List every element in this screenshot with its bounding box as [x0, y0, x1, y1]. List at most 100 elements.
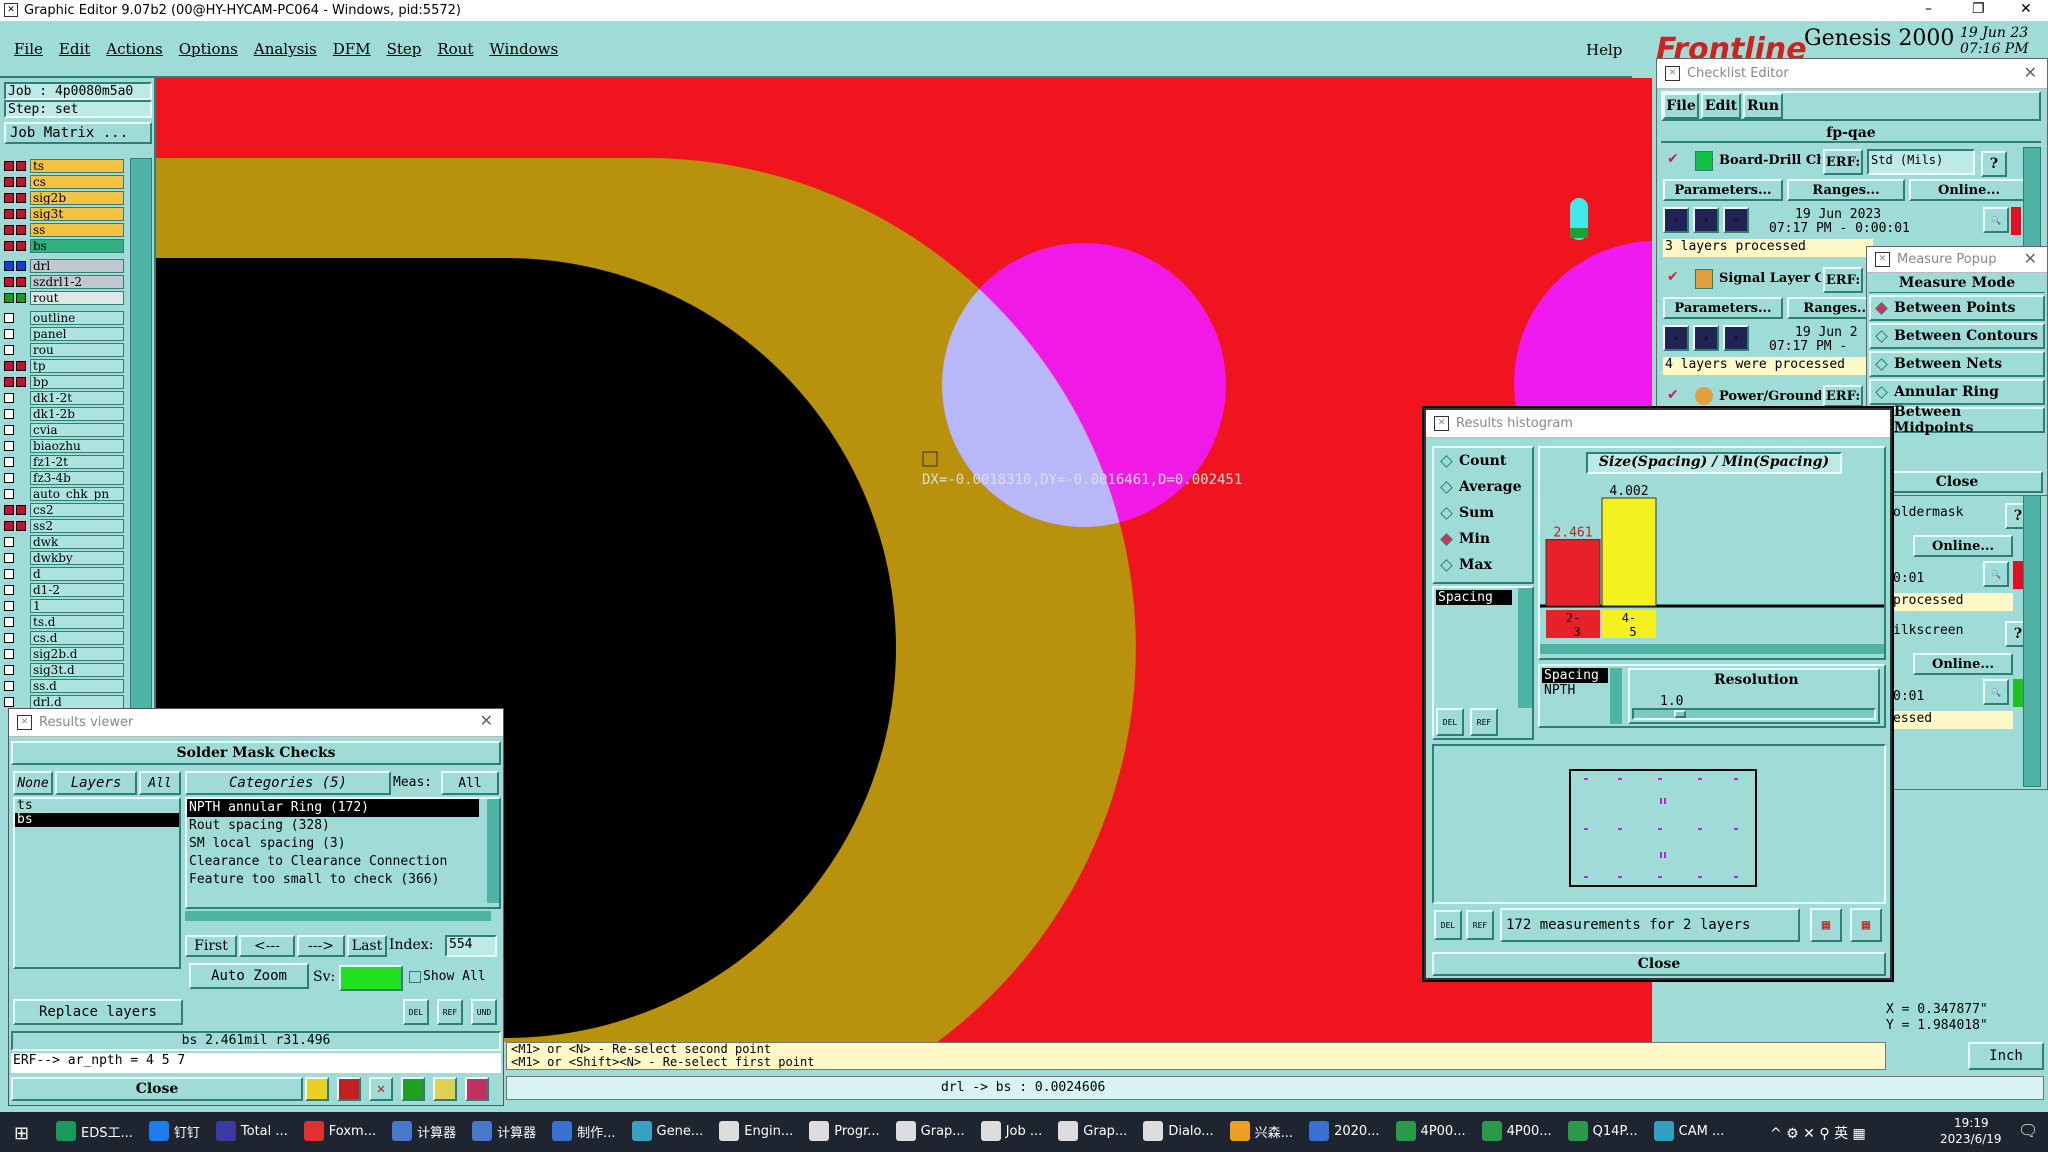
- layer-row[interactable]: ss: [4, 222, 124, 237]
- replace-layers-button[interactable]: Replace layers: [13, 999, 183, 1025]
- taskbar-app[interactable]: Gene...: [631, 1121, 703, 1141]
- tray-icons[interactable]: ^ ⚙ ✕ ⚲ 英 ▦: [1770, 1123, 1866, 1143]
- layer-checkbox[interactable]: [4, 456, 14, 467]
- resolution-slider[interactable]: [1632, 708, 1876, 720]
- result-layer-item[interactable]: ts: [15, 799, 179, 813]
- taskbar-app[interactable]: Grap...: [895, 1121, 965, 1141]
- measure-mode-between-contours[interactable]: Between Contours: [1869, 323, 2045, 349]
- layer-checkbox[interactable]: [4, 472, 14, 483]
- layer-row[interactable]: dk1-2b: [4, 406, 124, 421]
- parameters-button[interactable]: Parameters...: [1663, 297, 1783, 319]
- show-all-checkbox[interactable]: [409, 971, 421, 983]
- job-matrix-button[interactable]: Job Matrix ...: [4, 122, 152, 144]
- layer-row[interactable]: auto_chk_pn: [4, 486, 124, 501]
- taskbar-app[interactable]: Grap...: [1058, 1121, 1127, 1141]
- online-button[interactable]: Online...: [1913, 535, 2013, 557]
- check-name[interactable]: Board-Drill Che: [1719, 153, 1821, 168]
- layer-checkbox[interactable]: [4, 488, 14, 499]
- ref-icon[interactable]: REF: [437, 999, 463, 1025]
- check-help-button[interactable]: ?: [1981, 151, 2007, 177]
- auto-zoom-button[interactable]: Auto Zoom: [189, 963, 309, 989]
- category-hscrollbar[interactable]: [185, 911, 491, 921]
- layer-row[interactable]: sig3t.d: [4, 662, 124, 677]
- categories-button[interactable]: Categories (5): [185, 771, 391, 795]
- units-select[interactable]: Inch: [1968, 1042, 2044, 1070]
- zoom-icon[interactable]: 🔍: [1983, 679, 2009, 705]
- measure-mode-annular-ring[interactable]: Annular Ring: [1869, 379, 2045, 405]
- layer-checkbox[interactable]: [4, 552, 14, 563]
- run-icon-2[interactable]: ⚡: [1693, 207, 1719, 233]
- layer-row[interactable]: ss.d: [4, 678, 124, 693]
- result-category-item[interactable]: NPTH annular Ring (172): [187, 799, 479, 817]
- layer-row[interactable]: dwkby: [4, 550, 124, 565]
- layer-row[interactable]: ss2: [4, 518, 124, 533]
- layer-checkbox[interactable]: [4, 260, 14, 271]
- layer-row[interactable]: bp: [4, 374, 124, 389]
- run-icon[interactable]: ⚡: [1663, 207, 1689, 233]
- measure-close-button[interactable]: Close: [1871, 471, 2043, 493]
- taskbar-app[interactable]: 兴森...: [1229, 1121, 1293, 1141]
- layer-row[interactable]: cvia: [4, 422, 124, 437]
- ref-button-2[interactable]: REF: [1466, 910, 1494, 940]
- layer-row[interactable]: biaozhu: [4, 438, 124, 453]
- close-window-button[interactable]: ✕: [2020, 1, 2032, 17]
- menu-step[interactable]: Step: [387, 40, 422, 58]
- list-selected-item[interactable]: Spacing: [1436, 590, 1512, 605]
- taskbar-app[interactable]: Engin...: [719, 1121, 793, 1141]
- chart-icon-1[interactable]: ▦: [1810, 908, 1842, 942]
- chart-tool-icon[interactable]: [465, 1077, 489, 1101]
- next-button[interactable]: --->: [297, 935, 345, 957]
- list2-item-npth[interactable]: NPTH: [1542, 683, 1608, 698]
- green-tool-icon[interactable]: [401, 1077, 425, 1101]
- del-icon[interactable]: DEL: [403, 999, 429, 1025]
- layer-checkbox[interactable]: [4, 224, 14, 235]
- minimize-button[interactable]: –: [1925, 1, 1932, 17]
- layer-checkbox[interactable]: [4, 344, 14, 355]
- meas-select[interactable]: All: [441, 771, 499, 795]
- start-button-icon[interactable]: ⊞: [14, 1123, 29, 1144]
- layer-row[interactable]: drl: [4, 258, 124, 273]
- taskbar-app[interactable]: 2020...: [1309, 1121, 1380, 1141]
- layer-row[interactable]: ts.d: [4, 614, 124, 629]
- taskbar-app[interactable]: Progr...: [809, 1121, 880, 1141]
- taskbar-app[interactable]: Dialo...: [1143, 1121, 1214, 1141]
- layer-row[interactable]: ts: [4, 158, 124, 173]
- del-button-2[interactable]: DEL: [1434, 910, 1462, 940]
- results-close-icon[interactable]: ✕: [480, 711, 493, 730]
- list-tool-icon[interactable]: [433, 1077, 457, 1101]
- layer-row[interactable]: bs: [4, 238, 124, 253]
- layer-checkbox[interactable]: [4, 632, 14, 643]
- check-name[interactable]: Power/Ground C: [1719, 389, 1821, 404]
- measure-mode-between-midpoints[interactable]: Between Midpoints: [1869, 404, 2045, 436]
- stat-option-average[interactable]: Average: [1434, 474, 1532, 500]
- category-scrollbar[interactable]: [487, 799, 499, 903]
- layer-checkbox[interactable]: [4, 424, 14, 435]
- restore-button[interactable]: ❐: [1972, 1, 1985, 17]
- yellow-tool-icon[interactable]: [305, 1077, 329, 1101]
- chart-hscrollbar[interactable]: [1540, 644, 1884, 654]
- layer-checkbox[interactable]: [4, 696, 14, 707]
- taskbar-app[interactable]: CAM ...: [1653, 1121, 1724, 1141]
- layer-row[interactable]: fz1-2t: [4, 454, 124, 469]
- check-enabled-icon[interactable]: ✔: [1667, 151, 1679, 167]
- taskbar-app[interactable]: Job ...: [980, 1121, 1042, 1141]
- layer-row[interactable]: fz3-4b: [4, 470, 124, 485]
- online-button[interactable]: Online...: [1913, 653, 2013, 675]
- check-enabled-icon[interactable]: ✔: [1667, 269, 1679, 285]
- prev-button[interactable]: <---: [239, 935, 295, 957]
- stat-option-count[interactable]: Count: [1434, 448, 1532, 474]
- layer-row[interactable]: cs.d: [4, 630, 124, 645]
- und-icon[interactable]: UND: [471, 999, 497, 1025]
- layer-row[interactable]: 1: [4, 598, 124, 613]
- all-button[interactable]: All: [139, 771, 181, 795]
- result-category-item[interactable]: Rout spacing (328): [187, 817, 479, 835]
- check-name[interactable]: Signal Layer Ch: [1719, 271, 1821, 286]
- menu-file[interactable]: File: [14, 40, 43, 58]
- taskbar-app[interactable]: 计算器: [472, 1121, 536, 1141]
- resolution-slider-thumb[interactable]: [1674, 710, 1686, 718]
- layer-checkbox[interactable]: [4, 392, 14, 403]
- run-icon-3[interactable]: ⚡: [1723, 207, 1749, 233]
- menu-help[interactable]: Help: [1586, 41, 1622, 59]
- layer-row[interactable]: sig2b: [4, 190, 124, 205]
- list2-scrollbar[interactable]: [1610, 668, 1622, 724]
